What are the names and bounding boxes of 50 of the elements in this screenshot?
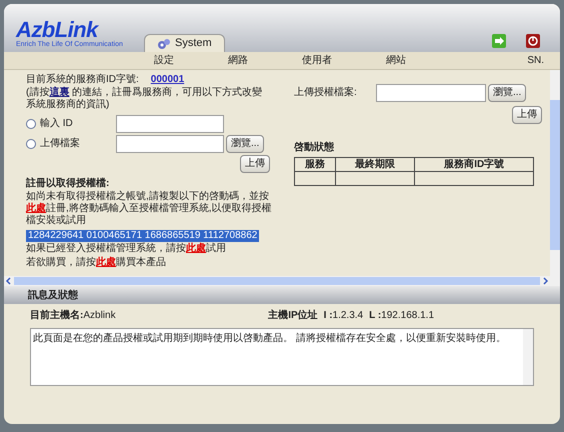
column-header: 服務 bbox=[294, 158, 336, 172]
logo: AzbLink bbox=[16, 19, 99, 41]
host-name-label: 目前主機名: bbox=[30, 308, 84, 322]
input-field[interactable] bbox=[376, 84, 486, 102]
exit-icon[interactable] bbox=[492, 34, 506, 48]
radio-button[interactable] bbox=[26, 139, 36, 149]
ip-value: 1.2.3.4 bbox=[332, 308, 364, 322]
panel-title: 訊息及狀態 bbox=[28, 288, 78, 302]
radio-label: 上傳檔案 bbox=[40, 138, 81, 150]
provider-note: (請按這裏 的連結，註冊爲服務商，可用以下方式改變系統服務商的資訊) bbox=[26, 87, 264, 111]
link[interactable]: 此處 bbox=[96, 257, 116, 268]
radio-label: 輸入 ID bbox=[40, 118, 74, 130]
ip-label: I : bbox=[324, 308, 333, 322]
provider-id-link[interactable]: 000001 bbox=[150, 74, 184, 86]
tab[interactable]: System bbox=[144, 34, 225, 52]
host-name: Azblink bbox=[83, 308, 116, 322]
radio-button[interactable] bbox=[26, 119, 36, 129]
link[interactable]: 這裏 bbox=[49, 87, 70, 98]
paragraph: 如果已經登入授權檔管理系統，請按此處試用 bbox=[26, 243, 227, 255]
link[interactable]: 此處 bbox=[26, 203, 46, 214]
input-field[interactable] bbox=[116, 135, 224, 153]
column-header: 服務商ID字號 bbox=[414, 158, 534, 172]
upload-button[interactable]: 上傳 bbox=[240, 155, 270, 173]
ip-label: 主機IP位址 bbox=[268, 308, 318, 322]
link[interactable]: 此處 bbox=[186, 243, 206, 254]
field-label: 上傳授權檔案: bbox=[294, 87, 358, 99]
browse-button[interactable]: 瀏覽... bbox=[488, 84, 526, 102]
paragraph: 若欲購買，請按此處購買本產品 bbox=[26, 257, 167, 269]
menu-item[interactable]: 網站 bbox=[386, 53, 406, 68]
upload-button[interactable]: 上傳 bbox=[512, 106, 542, 124]
activation-code: 1284229641 0100465171 1686865519 1112708862 bbox=[26, 230, 260, 242]
section-title: 啓動狀態 bbox=[294, 142, 335, 154]
section-title: 註冊以取得授權檔: bbox=[26, 178, 110, 190]
ip-value: 192.168.1.1 bbox=[381, 308, 434, 322]
paragraph: 如尚未有取得授權檔之帳號,請複製以下的啓動碼，並按 此處註冊,將啓動碼輸入至授權檔管理系統,以便取得授權檔安裝或試用 bbox=[26, 191, 272, 227]
menu-item[interactable]: 使用者 bbox=[302, 53, 332, 68]
browse-button[interactable]: 瀏覽... bbox=[226, 135, 264, 153]
menu-item[interactable]: 設定 bbox=[154, 53, 174, 68]
provider-id-label: 目前系統的服務商ID字號: bbox=[26, 74, 139, 86]
power-icon[interactable] bbox=[526, 34, 540, 48]
gears-icon bbox=[157, 36, 171, 50]
message-box[interactable]: 此頁面是在您的產品授權或試用期到期時使用以啓動產品。 請將授權檔存在安全處，以便重新安裝時使用。 bbox=[30, 328, 534, 386]
vertical-scrollbar[interactable] bbox=[550, 70, 560, 286]
input-field[interactable] bbox=[116, 115, 224, 133]
horizontal-scrollbar[interactable] bbox=[4, 276, 550, 286]
menu-item[interactable]: SN. bbox=[527, 53, 544, 68]
column-header: 最終期限 bbox=[335, 158, 415, 172]
menu-item[interactable]: 網路 bbox=[228, 53, 248, 68]
message-text: 此頁面是在您的產品授權或試用期到期時使用以啓動產品。 請將授權檔存在安全處，以便重新安裝時使用。 bbox=[32, 332, 507, 346]
ip-label: L : bbox=[369, 308, 382, 322]
